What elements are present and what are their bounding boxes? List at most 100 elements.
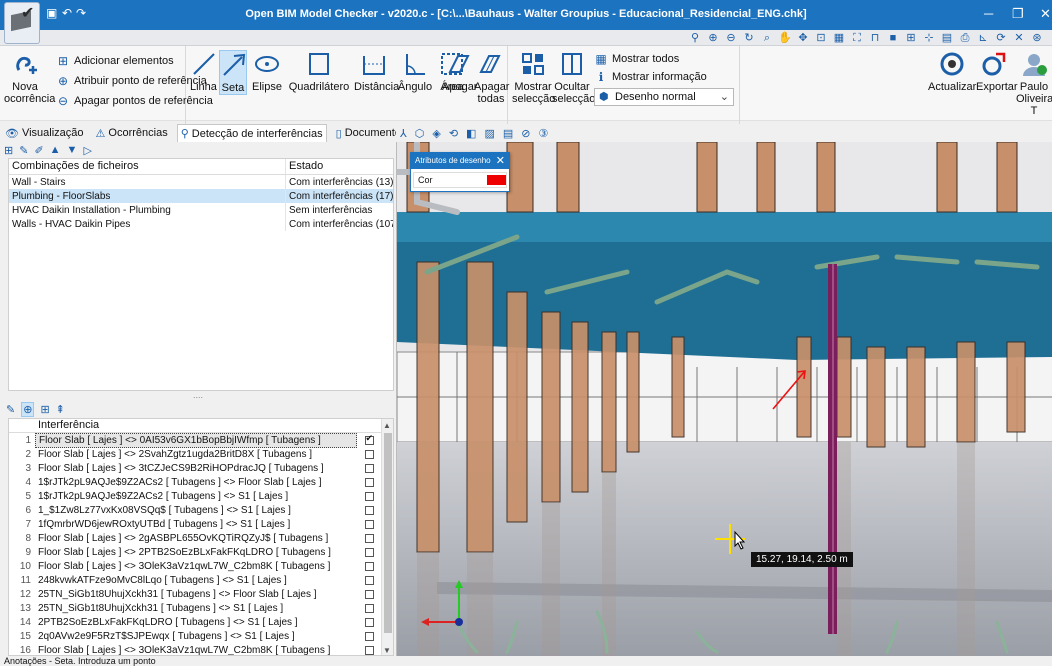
table-row[interactable]: 12 25TN_SiGb1t8UhujXckh31 [ Tubagens ] <>… bbox=[9, 587, 393, 601]
ellipse-button[interactable]: Elipse bbox=[248, 50, 286, 93]
user-account-button[interactable]: Paulo Oliveira T bbox=[1016, 50, 1052, 117]
layers-icon[interactable]: ▤ bbox=[503, 127, 513, 140]
3d-icon[interactable]: ③ bbox=[538, 127, 548, 140]
arrow-button[interactable]: Seta bbox=[219, 50, 247, 95]
table-row-selected[interactable]: Plumbing - FloorSlabs Com interferências … bbox=[9, 189, 393, 203]
find-icon[interactable]: ⚲ bbox=[688, 31, 702, 45]
table-row[interactable]: 2 Floor Slab [ Lajes ] <> 2SvahZgtz1ugda2… bbox=[9, 447, 393, 461]
resolved-checkbox[interactable] bbox=[364, 589, 374, 599]
column-header-interference[interactable]: Interferência bbox=[35, 419, 357, 432]
table-row[interactable]: 1 Floor Slab [ Lajes ] <> 0AI53v6GX1bBopB… bbox=[9, 432, 393, 448]
tab-visualizacao[interactable]: 👁 Visualização bbox=[2, 124, 87, 142]
view-icon[interactable]: ◈ bbox=[432, 127, 440, 140]
layers-icon[interactable]: ▤ bbox=[940, 31, 954, 45]
frame-icon[interactable]: ⊡ bbox=[814, 31, 828, 45]
axes-icon[interactable]: ⊹ bbox=[922, 31, 936, 45]
table-row[interactable]: Wall - Stairs Com interferências (13) bbox=[9, 175, 393, 189]
search-icon[interactable]: ⌕ bbox=[760, 31, 774, 45]
zoom-icon[interactable]: ⊕ bbox=[706, 31, 720, 45]
table-row[interactable]: 8 Floor Slab [ Lajes ] <> 2gASBPL655OvKQT… bbox=[9, 531, 393, 545]
resolved-checkbox[interactable] bbox=[364, 463, 374, 473]
close-button[interactable]: ✕ bbox=[1040, 6, 1051, 22]
resolved-checkbox[interactable] bbox=[364, 477, 374, 487]
resolved-checkbox[interactable] bbox=[364, 491, 374, 501]
resolved-checkbox[interactable] bbox=[364, 575, 374, 585]
assign-reference-point-button[interactable]: ⊕ Atribuir ponto de referência bbox=[56, 74, 207, 88]
edit-pair-icon[interactable]: ✎ bbox=[19, 144, 28, 157]
plus-grid-icon[interactable]: ⊞ bbox=[904, 31, 918, 45]
resolved-checkbox[interactable] bbox=[364, 505, 374, 515]
section-icon[interactable]: ◧ bbox=[466, 127, 476, 140]
show-info-button[interactable]: ℹ Mostrar informação bbox=[594, 70, 707, 84]
box-icon[interactable]: ■ bbox=[886, 31, 900, 45]
pan-icon[interactable]: ✋ bbox=[778, 31, 792, 45]
resolved-checkbox[interactable] bbox=[364, 603, 374, 613]
pencil-icon[interactable]: ✎ bbox=[6, 403, 15, 416]
angle-button[interactable]: Ângulo bbox=[396, 50, 434, 93]
add-pair-icon[interactable]: ⊞ bbox=[4, 144, 13, 157]
show-all-button[interactable]: ▦ Mostrar todos bbox=[594, 52, 679, 66]
orbit-icon[interactable]: ↻ bbox=[742, 31, 756, 45]
web-icon[interactable]: ⊛ bbox=[1030, 31, 1044, 45]
table-row[interactable]: 7 1fQmrbrWD6jewROxtyUTBd [ Tubagens ] <> … bbox=[9, 517, 393, 531]
orbit-icon[interactable]: ⟲ bbox=[449, 127, 458, 140]
scrollbar[interactable]: ▲ ▼ bbox=[381, 419, 393, 655]
maximize-button[interactable]: ❐ bbox=[1012, 6, 1024, 22]
hide-icon[interactable]: ⊘ bbox=[521, 127, 530, 140]
hide-selection-button[interactable]: Ocultar selecção bbox=[552, 50, 595, 105]
tools-icon[interactable]: ✕ bbox=[1012, 31, 1026, 45]
resolved-checkbox[interactable] bbox=[364, 561, 374, 571]
app-logo-icon[interactable] bbox=[4, 2, 40, 44]
locate-icon[interactable]: ⊕ bbox=[21, 401, 35, 417]
close-icon[interactable]: ✕ bbox=[496, 153, 505, 169]
resolved-checkbox[interactable] bbox=[364, 533, 374, 543]
update-button[interactable]: Actualizar bbox=[928, 50, 976, 93]
table-row[interactable]: HVAC Daikin Installation - Plumbing Sem i… bbox=[9, 203, 393, 217]
delete-all-button[interactable]: Apagar todas bbox=[474, 50, 509, 105]
move-down-icon[interactable]: ▼ bbox=[67, 144, 78, 156]
fit-icon[interactable]: ✥ bbox=[796, 31, 810, 45]
tab-ocorrencias[interactable]: ⚠ Ocorrências bbox=[93, 124, 171, 142]
minimize-button[interactable]: ─ bbox=[984, 6, 993, 21]
resolved-checkbox[interactable] bbox=[364, 547, 374, 557]
table-row[interactable]: 11 248kvwkATFze9oMvC8lLqo [ Tubagens ] <>… bbox=[9, 573, 393, 587]
tab-deteccao[interactable]: ⚲ Detecção de interferências bbox=[176, 124, 327, 142]
table-row[interactable]: 14 2PTB2SoEzBLxFakFKqLDRO [ Tubagens ] <>… bbox=[9, 615, 393, 629]
render-mode-select[interactable]: ⬢ Desenho normal ⌄ bbox=[594, 88, 734, 106]
resolved-checkbox[interactable] bbox=[364, 519, 374, 529]
distance-button[interactable]: Distância bbox=[354, 50, 399, 93]
table-row[interactable]: 15 2q0AVw2e9F5RzT$SJPEwqx [ Tubagens ] <>… bbox=[9, 629, 393, 643]
grid-icon[interactable]: ▦ bbox=[832, 31, 846, 45]
box-icon[interactable]: ▨ bbox=[484, 127, 494, 140]
line-button[interactable]: Linha bbox=[190, 50, 217, 93]
measure-icon[interactable]: ⊾ bbox=[976, 31, 990, 45]
color-swatch[interactable] bbox=[486, 175, 506, 185]
refresh-icon[interactable]: ⟳ bbox=[994, 31, 1008, 45]
cube-icon[interactable]: ⬡ bbox=[415, 127, 425, 140]
resolved-checkbox[interactable] bbox=[364, 617, 374, 627]
scroll-up-icon[interactable]: ▲ bbox=[383, 421, 391, 430]
table-row[interactable]: 13 25TN_SiGb1t8UhujXckh31 [ Tubagens ] <>… bbox=[9, 601, 393, 615]
column-header-state[interactable]: Estado bbox=[286, 159, 393, 174]
scroll-down-icon[interactable]: ▼ bbox=[383, 646, 391, 655]
panel-splitter[interactable]: .... bbox=[0, 391, 396, 400]
move-up-icon[interactable]: ▲ bbox=[50, 144, 61, 156]
resolved-checkbox[interactable] bbox=[364, 645, 374, 655]
table-row[interactable]: 5 1$rJTk2pL9AQJe$9Z2ACs2 [ Tubagens ] <> … bbox=[9, 489, 393, 503]
lock-icon[interactable]: ⊓ bbox=[868, 31, 882, 45]
print-icon[interactable]: ⎙ bbox=[958, 31, 972, 45]
resolved-checkbox[interactable] bbox=[364, 449, 374, 459]
new-occurrence-button[interactable]: Nova ocorrência bbox=[4, 50, 55, 105]
resolved-checkbox[interactable] bbox=[364, 433, 374, 445]
axes-icon[interactable]: ⅄ bbox=[400, 127, 407, 140]
run-icon[interactable]: ▷ bbox=[83, 144, 91, 157]
add-elements-button[interactable]: ⊞ Adicionar elementos bbox=[56, 54, 174, 68]
clash-pair-icon[interactable]: ⊞ bbox=[40, 403, 49, 416]
table-row[interactable]: Walls - HVAC Daikin Pipes Com interferênc… bbox=[9, 217, 393, 231]
resolved-checkbox[interactable] bbox=[364, 631, 374, 641]
3d-viewport[interactable] bbox=[396, 142, 1052, 656]
table-row[interactable]: 6 1_$1Zw8Lz77vxKx08VSQq$ [ Tubagens ] <> … bbox=[9, 503, 393, 517]
table-row[interactable]: 10 Floor Slab [ Lajes ] <> 3OleK3aVz1qwL7… bbox=[9, 559, 393, 573]
quadrilateral-button[interactable]: Quadrilátero bbox=[288, 50, 350, 93]
table-row[interactable]: 16 Floor Slab [ Lajes ] <> 3OleK3aVz1qwL7… bbox=[9, 643, 393, 655]
